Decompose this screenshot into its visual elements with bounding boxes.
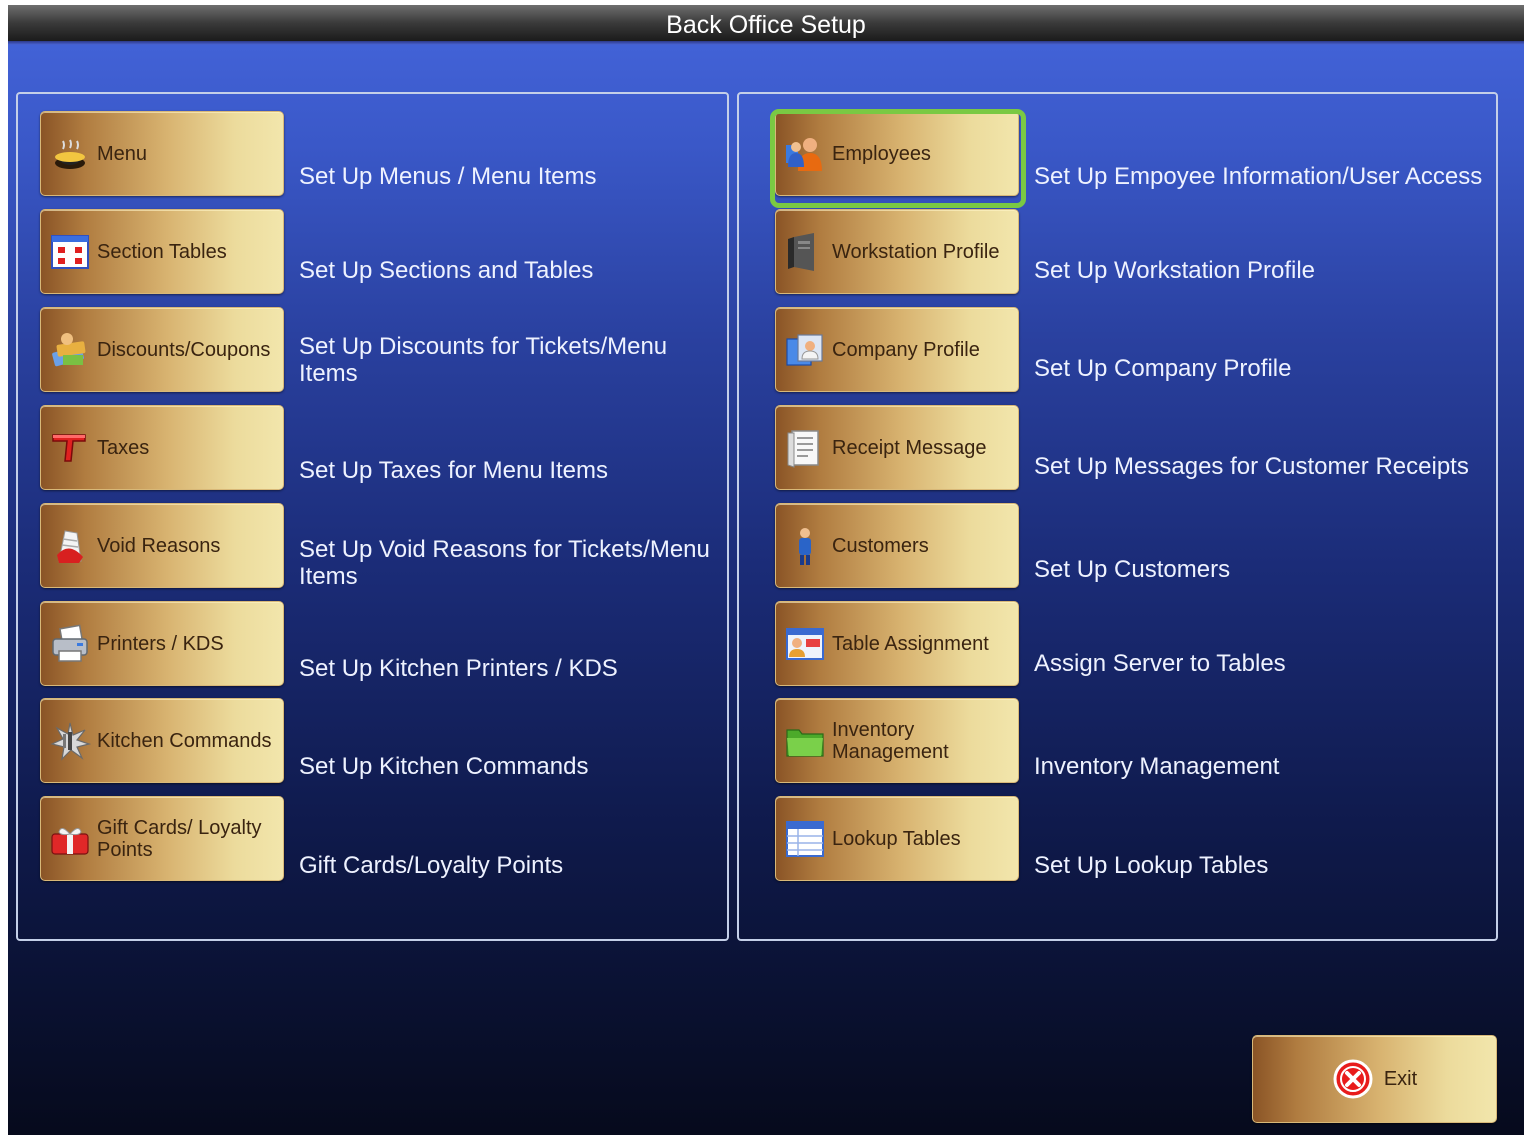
- discounts-coupons-button-label: Discounts/Coupons: [97, 338, 271, 361]
- section-tables-icon: [51, 234, 89, 269]
- taxes-button-label: Taxes: [97, 436, 150, 459]
- inventory-management-button-label: Inventory Management: [832, 718, 949, 763]
- window-title: Back Office Setup: [8, 5, 1524, 45]
- back-office-window: Back Office Setup Menu Set Up Menus / Me…: [8, 5, 1524, 1135]
- receipt-message-description: Set Up Messages for Customer Receipts: [1034, 453, 1469, 480]
- receipt-icon: [787, 429, 819, 468]
- lookup-tables-description: Set Up Lookup Tables: [1034, 852, 1269, 879]
- company-profile-button[interactable]: Company Profile: [775, 307, 1019, 392]
- void-reasons-button[interactable]: Void Reasons: [40, 503, 284, 588]
- taxes-description: Set Up Taxes for Menu Items: [299, 457, 609, 484]
- kitchen-commands-icon: [50, 722, 91, 761]
- folder-icon: [786, 728, 824, 757]
- exit-button[interactable]: Exit: [1252, 1035, 1497, 1123]
- employees-description: Set Up Empoyee Information/User Access: [1034, 163, 1483, 190]
- menu-button[interactable]: Menu: [40, 111, 284, 196]
- void-reasons-description: Set Up Void Reasons for Tickets/Menu Ite…: [299, 536, 710, 590]
- customers-description: Set Up Customers: [1034, 556, 1231, 583]
- taxes-button[interactable]: Taxes: [40, 405, 284, 490]
- discounts-coupons-description: Set Up Discounts for Tickets/Menu Items: [299, 333, 668, 387]
- printer-icon: [52, 624, 88, 662]
- printers-kds-button[interactable]: Printers / KDS: [40, 601, 284, 686]
- table-assignment-description: Assign Server to Tables: [1034, 650, 1286, 677]
- menu-button-label: Menu: [97, 142, 148, 165]
- void-reasons-icon: [57, 529, 83, 563]
- table-assignment-button-label: Table Assignment: [832, 632, 989, 655]
- workstation-icon: [788, 232, 814, 271]
- customers-button[interactable]: Customers: [775, 503, 1019, 588]
- exit-x-icon: [1333, 1059, 1373, 1099]
- menu-description: Set Up Menus / Menu Items: [299, 163, 597, 190]
- gift-cards-icon: [51, 827, 89, 855]
- workstation-profile-description: Set Up Workstation Profile: [1034, 257, 1316, 284]
- section-tables-description: Set Up Sections and Tables: [299, 257, 594, 284]
- discounts-coupons-button[interactable]: Discounts/Coupons: [40, 307, 284, 392]
- taxes-icon: [52, 433, 86, 462]
- workstation-profile-button-label: Workstation Profile: [832, 240, 1000, 263]
- gift-cards-loyalty-description: Gift Cards/Loyalty Points: [299, 852, 564, 879]
- section-tables-button-label: Section Tables: [97, 240, 227, 263]
- kitchen-commands-button-label: Kitchen Commands: [97, 729, 272, 752]
- lookup-tables-button[interactable]: Lookup Tables: [775, 796, 1019, 881]
- lookup-tables-button-label: Lookup Tables: [832, 827, 961, 850]
- company-profile-button-label: Company Profile: [832, 338, 980, 361]
- company-profile-description: Set Up Company Profile: [1034, 355, 1292, 382]
- printers-kds-button-label: Printers / KDS: [97, 632, 224, 655]
- inventory-management-description: Inventory Management: [1034, 753, 1280, 780]
- table-assignment-button[interactable]: Table Assignment: [775, 601, 1019, 686]
- table-assignment-icon: [786, 627, 824, 660]
- receipt-message-button[interactable]: Receipt Message: [775, 405, 1019, 490]
- void-reasons-button-label: Void Reasons: [97, 534, 221, 557]
- gift-cards-loyalty-button-label: Gift Cards/ Loyalty Points: [97, 816, 262, 861]
- coupons-icon: [52, 332, 86, 366]
- workstation-profile-button[interactable]: Workstation Profile: [775, 209, 1019, 294]
- inventory-management-button[interactable]: Inventory Management: [775, 698, 1019, 783]
- customers-button-label: Customers: [832, 534, 929, 557]
- lookup-tables-icon: [786, 820, 824, 857]
- printers-kds-description: Set Up Kitchen Printers / KDS: [299, 655, 618, 682]
- section-tables-button[interactable]: Section Tables: [40, 209, 284, 294]
- customer-icon: [799, 527, 811, 565]
- selection-outline: [770, 109, 1026, 208]
- receipt-message-button-label: Receipt Message: [832, 436, 987, 459]
- menu-bowl-icon: [55, 139, 85, 169]
- exit-button-label: Exit: [1383, 1068, 1418, 1090]
- company-profile-icon: [786, 333, 823, 366]
- kitchen-commands-button[interactable]: Kitchen Commands: [40, 698, 284, 783]
- kitchen-commands-description: Set Up Kitchen Commands: [299, 753, 589, 780]
- gift-cards-loyalty-button[interactable]: Gift Cards/ Loyalty Points: [40, 796, 284, 881]
